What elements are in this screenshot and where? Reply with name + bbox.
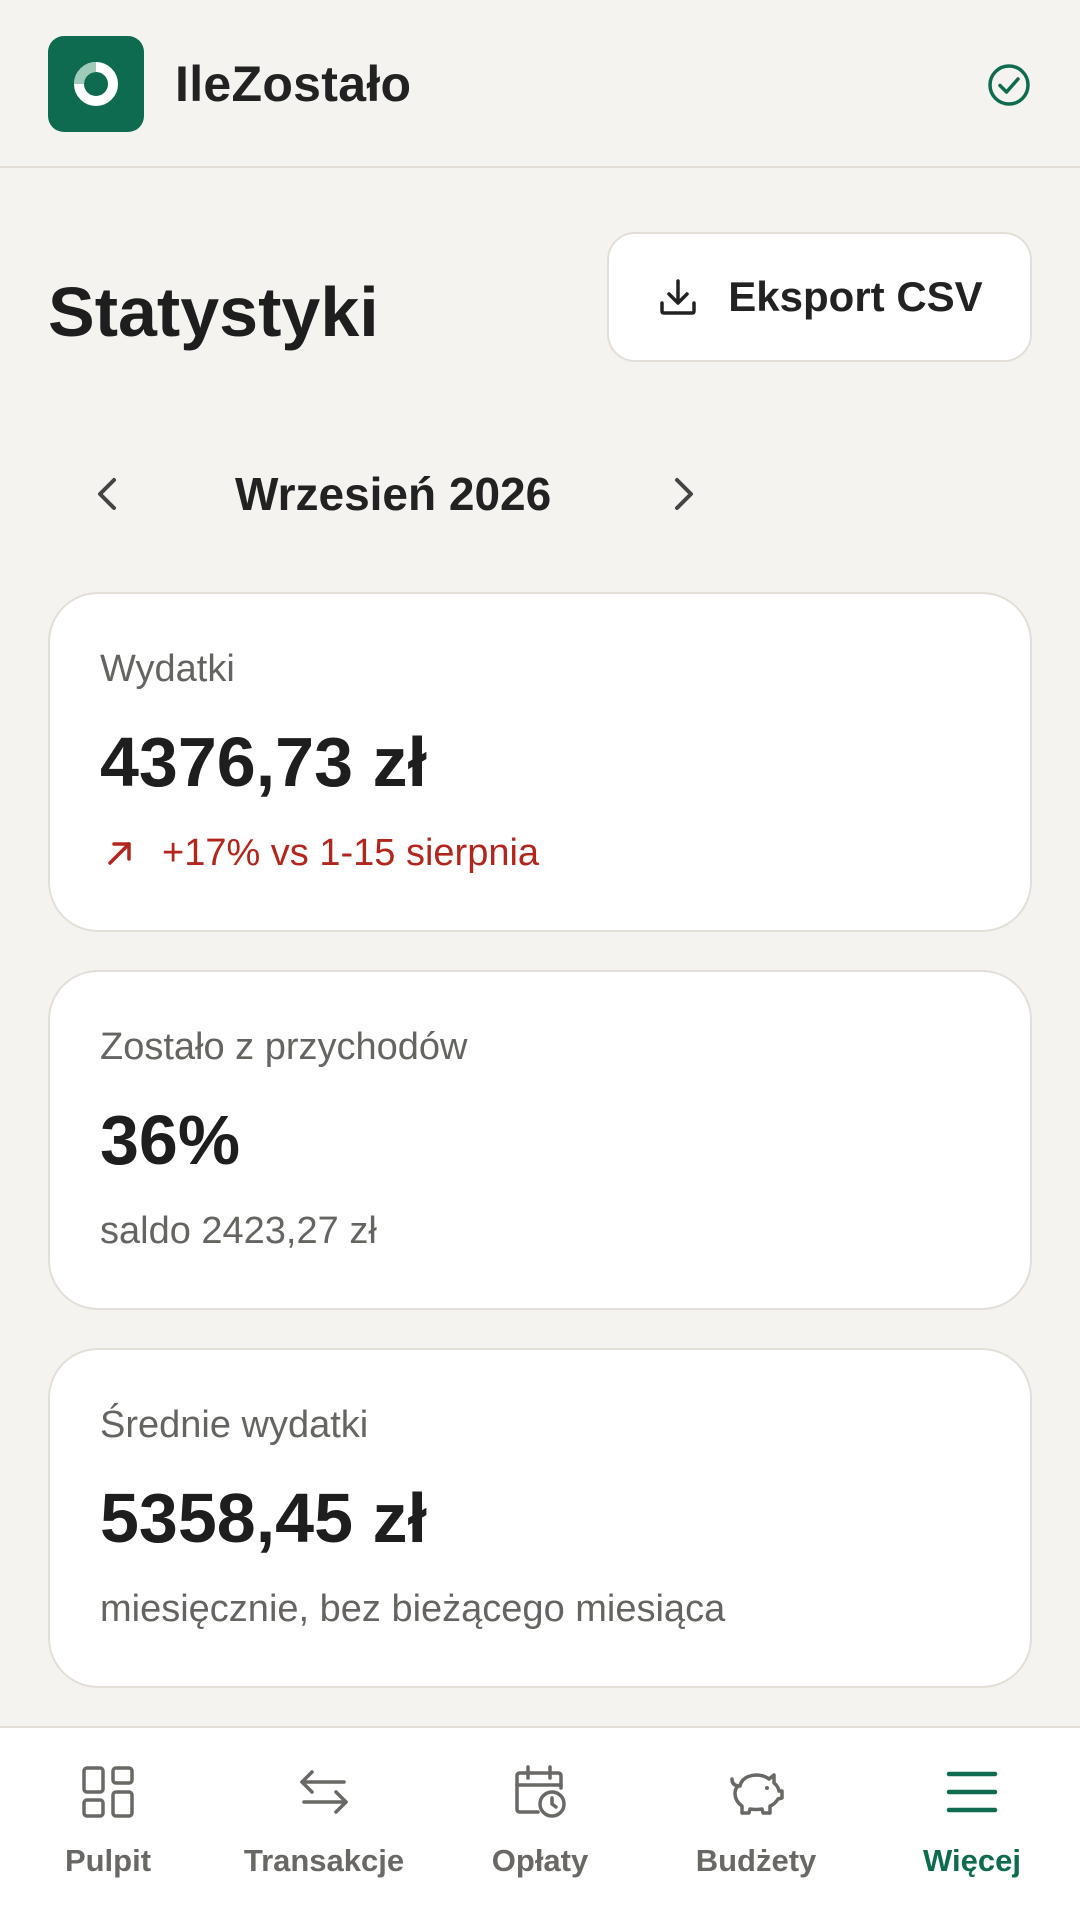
check-circle-icon[interactable] (986, 62, 1032, 108)
piggy-bank-icon (730, 1773, 784, 1815)
nav-label: Transakcje (243, 1843, 405, 1878)
card-subtext: miesięcznie, bez bieżącego miesiąca (100, 1588, 726, 1630)
card-value: 4376,73 zł (100, 723, 427, 801)
nav-item-budzety[interactable]: Budżety (648, 1764, 864, 1894)
nav-label: Opłaty (491, 1843, 589, 1878)
transfer-arrows-icon (300, 1770, 348, 1814)
nav-label: Więcej (923, 1843, 1021, 1878)
bottom-navigation: Pulpit Transakcje Opłaty Budżety Więcej (0, 1726, 1080, 1920)
expenses-card: Wydatki 4376,73 zł +17% vs 1-15 sierpnia (48, 592, 1032, 932)
nav-label: Pulpit (64, 1843, 152, 1878)
average-expenses-card: Średnie wydatki 5358,45 zł miesięcznie, … (48, 1348, 1032, 1688)
export-csv-label: Eksport CSV (728, 273, 983, 320)
card-label: Zostało z przychodów (100, 1026, 468, 1068)
calendar-clock-icon (515, 1765, 566, 1818)
app-title: IleZostało (175, 56, 412, 112)
nav-item-pulpit[interactable]: Pulpit (0, 1764, 216, 1894)
card-value: 5358,45 zł (100, 1479, 427, 1557)
menu-icon (946, 1771, 998, 1813)
nav-item-transakcje[interactable]: Transakcje (216, 1764, 432, 1894)
download-icon (660, 279, 697, 315)
chevron-left-icon[interactable] (80, 466, 136, 522)
trend-text: +17% vs 1-15 sierpnia (162, 832, 540, 874)
chevron-right-icon[interactable] (655, 466, 711, 522)
arrow-up-right-icon (108, 842, 131, 865)
nav-item-wiecej[interactable]: Więcej (864, 1764, 1080, 1894)
export-csv-button[interactable]: Eksport CSV (607, 232, 1032, 362)
page-title: Statystyki (48, 273, 379, 351)
dashboard-icon (82, 1766, 134, 1818)
nav-item-oplaty[interactable]: Opłaty (432, 1764, 648, 1894)
card-label: Wydatki (100, 648, 235, 690)
card-label: Średnie wydatki (100, 1404, 369, 1446)
ring-logo-icon (48, 36, 144, 132)
remaining-income-card: Zostało z przychodów 36% saldo 2423,27 z… (48, 970, 1032, 1310)
trend-indicator: +17% vs 1-15 sierpnia (100, 830, 539, 876)
app-header: IleZostało (0, 0, 1080, 168)
card-value: 36% (100, 1101, 241, 1179)
nav-label: Budżety (695, 1843, 817, 1878)
card-subtext: saldo 2423,27 zł (100, 1210, 377, 1252)
month-label: Wrzesień 2026 (235, 468, 552, 520)
statistics-screen: IleZostało Statystyki Eksport CSV Wrzesi… (0, 0, 1080, 1920)
